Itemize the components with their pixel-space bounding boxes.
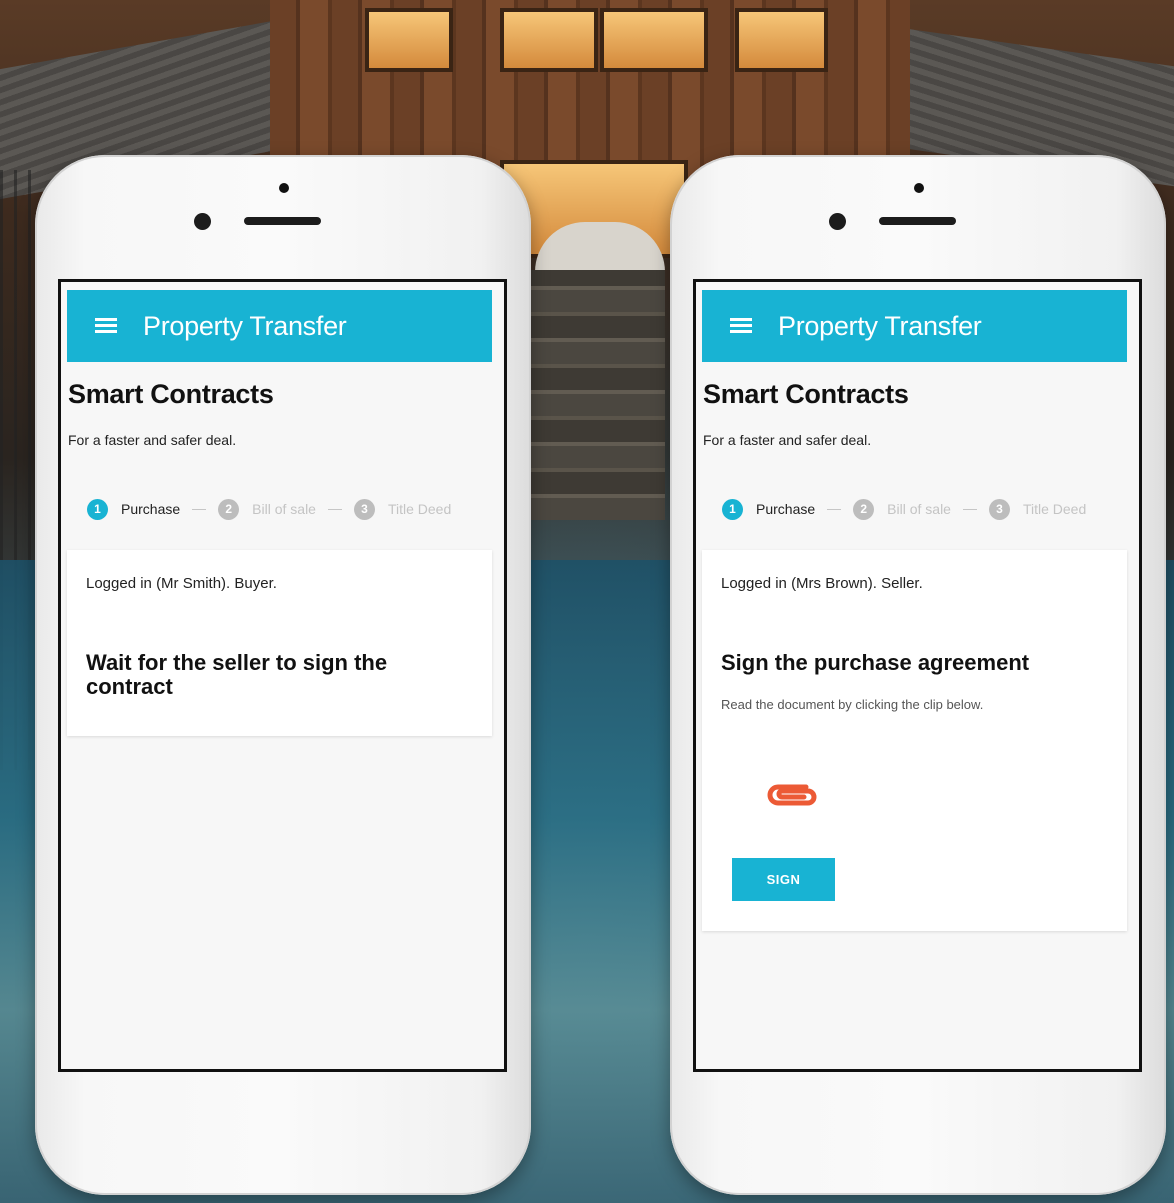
login-status: Logged in (Mrs Brown). Seller. (721, 575, 923, 592)
step-bill-of-sale[interactable]: 2 Bill of sale (853, 498, 951, 520)
status-card: Logged in (Mr Smith). Buyer. Wait for th… (67, 550, 492, 736)
card-hint: Read the document by clicking the clip b… (721, 697, 984, 712)
earpiece-speaker (879, 217, 956, 225)
step-number: 2 (218, 498, 240, 520)
step-label: Bill of sale (887, 501, 951, 517)
phone-screen: Property Transfer Smart Contracts For a … (693, 279, 1142, 1072)
hamburger-menu-icon[interactable] (95, 318, 119, 334)
app-title: Property Transfer (778, 310, 982, 341)
paperclip-icon[interactable] (762, 778, 822, 812)
step-title-deed[interactable]: 3 Title Deed (988, 498, 1087, 520)
hamburger-menu-icon[interactable] (730, 318, 754, 334)
sensor-dot (279, 183, 289, 193)
sign-card: Logged in (Mrs Brown). Seller. Sign the … (702, 550, 1127, 931)
step-bill-of-sale[interactable]: 2 Bill of sale (218, 498, 316, 520)
step-number: 3 (353, 498, 375, 520)
step-number: 3 (988, 498, 1010, 520)
step-label: Purchase (121, 501, 181, 517)
step-connector (827, 508, 842, 510)
step-connector (192, 508, 207, 510)
app-bar: Property Transfer (67, 290, 492, 362)
step-purchase[interactable]: 1 Purchase (722, 498, 816, 520)
progress-stepper: 1 Purchase 2 Bill of sale 3 Title Deed (722, 497, 1122, 521)
app-bar: Property Transfer (702, 290, 1127, 362)
app-title: Property Transfer (143, 310, 347, 341)
step-label: Bill of sale (252, 501, 316, 517)
sign-button[interactable]: SIGN (732, 858, 835, 901)
sensor-dot (914, 183, 924, 193)
step-label: Purchase (756, 501, 816, 517)
step-label: Title Deed (387, 501, 452, 517)
step-connector (962, 508, 977, 510)
earpiece-speaker (244, 217, 321, 225)
page-subtitle: For a faster and safer deal. (68, 432, 237, 448)
step-purchase[interactable]: 1 Purchase (87, 498, 181, 520)
phone-seller: Property Transfer Smart Contracts For a … (670, 155, 1166, 1195)
step-title-deed[interactable]: 3 Title Deed (353, 498, 452, 520)
card-heading: Wait for the seller to sign the contract (86, 650, 388, 699)
login-status: Logged in (Mr Smith). Buyer. (86, 575, 277, 592)
front-camera (194, 213, 211, 230)
page-title: Smart Contracts (68, 379, 274, 409)
step-number: 2 (853, 498, 875, 520)
phone-screen: Property Transfer Smart Contracts For a … (58, 279, 507, 1072)
page-subtitle: For a faster and safer deal. (703, 432, 872, 448)
front-camera (829, 213, 846, 230)
step-number: 1 (87, 498, 108, 520)
step-number: 1 (722, 498, 743, 520)
step-label: Title Deed (1022, 501, 1087, 517)
card-heading: Sign the purchase agreement (721, 650, 1030, 675)
progress-stepper: 1 Purchase 2 Bill of sale 3 Title Deed (87, 497, 487, 521)
page-title: Smart Contracts (703, 379, 909, 409)
phone-buyer: Property Transfer Smart Contracts For a … (35, 155, 531, 1195)
step-connector (327, 508, 342, 510)
